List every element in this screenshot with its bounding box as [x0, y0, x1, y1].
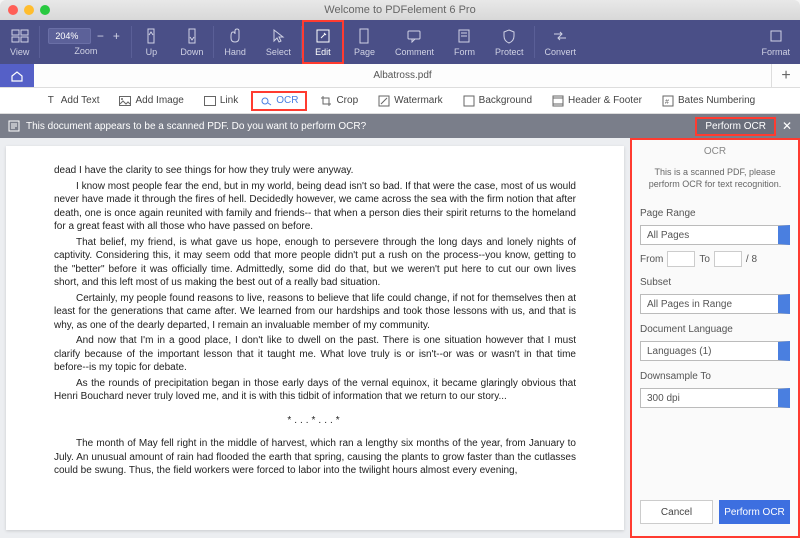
arrow-up-icon	[142, 27, 160, 45]
protect-button[interactable]: Protect	[485, 20, 534, 64]
bates-icon: #	[662, 95, 674, 107]
to-label: To	[699, 254, 710, 265]
window-title: Welcome to PDFelement 6 Pro	[0, 4, 800, 16]
zoom-in[interactable]: +	[109, 29, 123, 43]
page-button[interactable]: Page	[344, 20, 385, 64]
from-input[interactable]	[667, 251, 695, 267]
tab-bar: Albatross.pdf +	[0, 64, 800, 88]
edit-button[interactable]: Edit	[302, 20, 344, 64]
from-label: From	[640, 254, 663, 265]
crop-button[interactable]: Crop	[313, 93, 365, 109]
background-button[interactable]: Background	[456, 93, 539, 109]
page-icon	[355, 27, 373, 45]
hand-icon	[226, 27, 244, 45]
image-icon	[119, 95, 131, 107]
pdf-page: dead I have the clarity to see things fo…	[6, 146, 624, 530]
up-button[interactable]: Up	[132, 20, 170, 64]
subset-label: Subset	[640, 277, 790, 288]
body-text: As the rounds of precipitation began in …	[54, 377, 576, 404]
shield-icon	[500, 27, 518, 45]
ocr-banner: This document appears to be a scanned PD…	[0, 114, 800, 138]
select-button[interactable]: Select	[256, 20, 301, 64]
ocr-panel: OCR This is a scanned PDF, please perfor…	[630, 138, 800, 538]
add-text-button[interactable]: TAdd Text	[38, 93, 107, 109]
watermark-icon	[378, 95, 390, 107]
banner-perform-ocr[interactable]: Perform OCR	[695, 117, 776, 136]
zoom-out[interactable]: −	[93, 29, 107, 43]
body-text: And now that I'm in a good place, I don'…	[54, 334, 576, 375]
cancel-button[interactable]: Cancel	[640, 500, 713, 524]
file-tab[interactable]: Albatross.pdf	[34, 64, 772, 87]
perform-ocr-button[interactable]: Perform OCR	[719, 500, 790, 524]
page-range-label: Page Range	[640, 208, 790, 219]
subset-select[interactable]: All Pages in Range	[640, 294, 790, 314]
form-icon	[455, 27, 473, 45]
home-icon	[10, 70, 24, 82]
titlebar: Welcome to PDFelement 6 Pro	[0, 0, 800, 20]
edit-icon	[314, 27, 332, 45]
hand-button[interactable]: Hand	[214, 20, 256, 64]
zoom-select[interactable]: 204%	[48, 28, 91, 44]
comment-button[interactable]: Comment	[385, 20, 444, 64]
language-select[interactable]: Languages (1)	[640, 341, 790, 361]
total-pages: / 8	[746, 254, 757, 265]
section-break: *...*...*	[54, 414, 576, 428]
zoom-group: 204% − + Zoom	[40, 20, 131, 64]
body-text: Certainly, my people found reasons to li…	[54, 292, 576, 333]
body-text: dead I have the clarity to see things fo…	[54, 164, 576, 178]
add-image-button[interactable]: Add Image	[112, 93, 190, 109]
document-view[interactable]: dead I have the clarity to see things fo…	[0, 138, 630, 538]
form-button[interactable]: Form	[444, 20, 485, 64]
downsample-select[interactable]: 300 dpi	[640, 388, 790, 408]
link-icon	[204, 95, 216, 107]
edit-toolbar: TAdd Text Add Image Link OCR Crop Waterm…	[0, 88, 800, 114]
panel-title: OCR	[640, 146, 790, 157]
format-icon	[767, 27, 785, 45]
ribbon: View 204% − + Zoom Up Down Hand Select E…	[0, 20, 800, 64]
ocr-button[interactable]: OCR	[251, 91, 307, 111]
header-footer-button[interactable]: Header & Footer	[545, 93, 649, 109]
downsample-label: Downsample To	[640, 371, 790, 382]
body-text: The month of May fell right in the middl…	[54, 437, 576, 478]
convert-icon	[551, 27, 569, 45]
cursor-icon	[269, 27, 287, 45]
watermark-button[interactable]: Watermark	[371, 93, 450, 109]
ocr-icon	[260, 95, 272, 107]
crop-icon	[320, 95, 332, 107]
header-footer-icon	[552, 95, 564, 107]
panel-hint: This is a scanned PDF, please perform OC…	[640, 167, 790, 190]
info-icon	[8, 120, 20, 132]
banner-close[interactable]: ✕	[782, 119, 792, 133]
down-button[interactable]: Down	[170, 20, 213, 64]
banner-message: This document appears to be a scanned PD…	[26, 121, 366, 132]
link-button[interactable]: Link	[197, 93, 245, 109]
language-label: Document Language	[640, 324, 790, 335]
format-button[interactable]: Format	[751, 20, 800, 64]
to-input[interactable]	[714, 251, 742, 267]
arrow-down-icon	[183, 27, 201, 45]
home-tab[interactable]	[0, 64, 34, 87]
text-icon: T	[45, 95, 57, 107]
svg-text:#: #	[665, 99, 669, 106]
convert-button[interactable]: Convert	[535, 20, 587, 64]
view-icon	[11, 27, 29, 45]
body-text: I know most people fear the end, but in …	[54, 180, 576, 234]
body-text: That belief, my friend, is what gave us …	[54, 236, 576, 290]
background-icon	[463, 95, 475, 107]
new-tab[interactable]: +	[772, 64, 800, 87]
view-button[interactable]: View	[0, 20, 39, 64]
page-range-select[interactable]: All Pages	[640, 225, 790, 245]
bates-button[interactable]: #Bates Numbering	[655, 93, 762, 109]
comment-icon	[405, 27, 423, 45]
